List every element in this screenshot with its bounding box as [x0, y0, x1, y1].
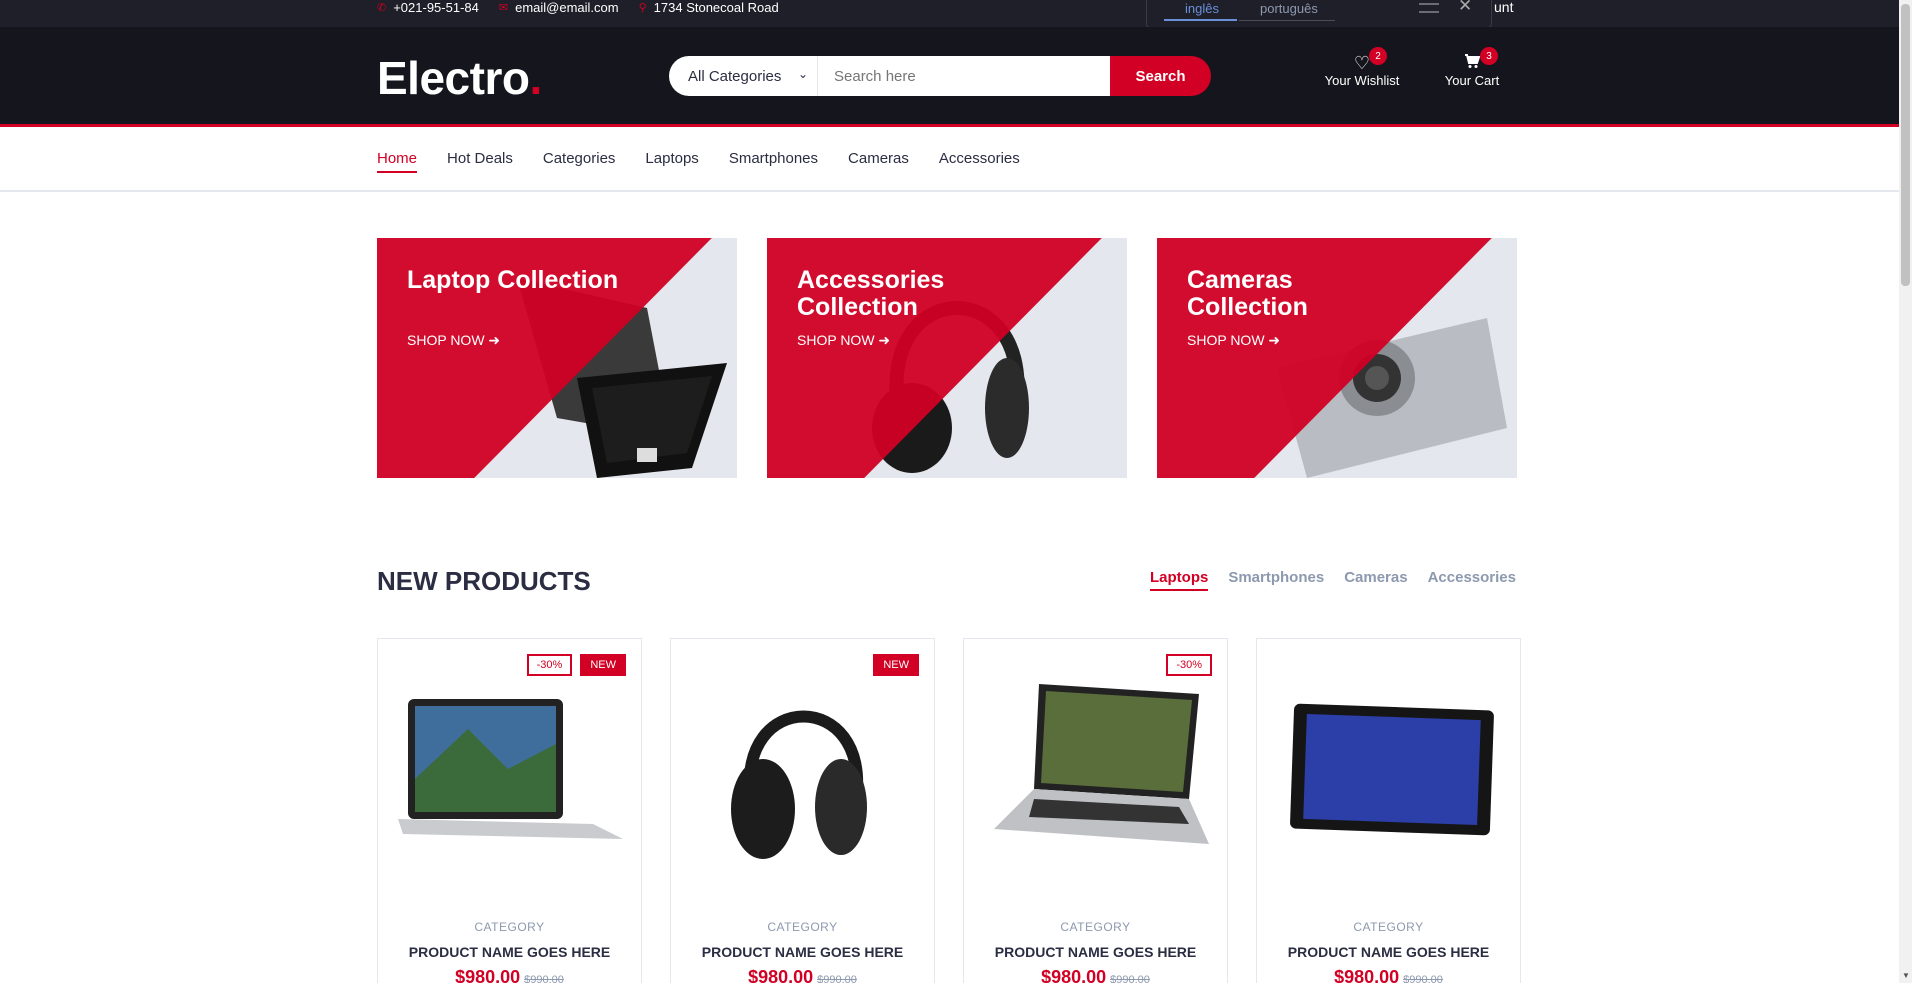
product-image: [1290, 703, 1494, 836]
scroll-down-arrow-icon[interactable]: ▼: [1902, 971, 1910, 980]
collection-title: Laptop Collection: [407, 266, 619, 294]
wishlist-button[interactable]: ♡ Your Wishlist 2: [1322, 47, 1402, 88]
logo-text: Electro: [377, 52, 530, 104]
product-image: [994, 684, 1209, 844]
product-name[interactable]: PRODUCT NAME GOES HERE: [671, 944, 934, 960]
shop-now-label: SHOP NOW: [407, 332, 485, 348]
collection-title: Accessories Collection: [797, 266, 945, 321]
envelope-icon: ✉: [498, 2, 509, 14]
address-link[interactable]: ⚲ 1734 Stonecoal Road: [639, 0, 779, 15]
address-text: 1734 Stonecoal Road: [653, 0, 779, 15]
product-image: [398, 699, 623, 839]
shop-now-link[interactable]: SHOP NOW ➜: [797, 332, 890, 349]
shop-now-label: SHOP NOW: [797, 332, 875, 348]
product-category: CATEGORY: [1353, 920, 1424, 934]
map-marker-icon: ⚲: [638, 2, 647, 14]
nav-item-accessories[interactable]: Accessories: [939, 150, 1020, 171]
top-header: ✆ +021-95-51-84 ✉ email@email.com ⚲ 1734 St…: [0, 0, 1899, 27]
product-price: $980.00 $990.00: [671, 967, 934, 983]
category-select[interactable]: All Categories ⌄: [669, 56, 818, 96]
cart-count-badge: 3: [1480, 47, 1498, 65]
tab-laptops[interactable]: Laptops: [1150, 569, 1209, 591]
collection-card-cameras[interactable]: Cameras Collection SHOP NOW ➜: [1157, 238, 1517, 478]
price-old: $990.00: [1403, 974, 1443, 983]
product-price: $980.00 $990.00: [378, 967, 641, 983]
scrollbar-thumb[interactable]: [1901, 4, 1910, 286]
tab-cameras[interactable]: Cameras: [1344, 569, 1407, 591]
contact-links: ✆ +021-95-51-84 ✉ email@email.com ⚲ 1734 St…: [377, 0, 779, 15]
shop-now-label: SHOP NOW: [1187, 332, 1265, 348]
product-card[interactable]: NEW CATEGORY PRODUCT NAME GOES HERE $980…: [670, 638, 935, 983]
hamburger-menu-icon[interactable]: [1419, 3, 1439, 13]
search-button[interactable]: Search: [1110, 56, 1211, 96]
wishlist-count-badge: 2: [1369, 47, 1387, 65]
product-card[interactable]: -30% NEW CATEGORY PRODUCT NAME GOES HERE…: [377, 638, 642, 983]
phone-icon: ✆: [377, 2, 387, 14]
product-category: CATEGORY: [767, 920, 838, 934]
shop-now-link[interactable]: SHOP NOW ➜: [1187, 332, 1280, 349]
nav-item-categories[interactable]: Categories: [543, 150, 616, 171]
cart-button[interactable]: Your Cart 3: [1442, 47, 1502, 88]
search-input[interactable]: [818, 56, 1110, 96]
price-current: $980.00: [748, 967, 814, 983]
product-card[interactable]: CATEGORY PRODUCT NAME GOES HERE $980.00 $…: [1256, 638, 1521, 983]
product-price: $980.00 $990.00: [964, 967, 1227, 983]
price-old: $990.00: [524, 974, 564, 983]
tab-divider: [1239, 20, 1335, 21]
price-current: $980.00: [1334, 967, 1400, 983]
product-name[interactable]: PRODUCT NAME GOES HERE: [964, 944, 1227, 960]
nav-item-home[interactable]: Home: [377, 150, 418, 173]
collection-card-laptop[interactable]: Laptop Collection SHOP NOW ➜: [377, 238, 737, 478]
arrow-circle-right-icon: ➜: [878, 332, 891, 348]
product-category: CATEGORY: [474, 920, 545, 934]
section-title: NEW PRODUCTS: [377, 566, 591, 596]
product-card[interactable]: -30% CATEGORY PRODUCT NAME GOES HERE $98…: [963, 638, 1228, 983]
tab-smartphones[interactable]: Smartphones: [1228, 569, 1324, 591]
price-old: $990.00: [817, 974, 857, 983]
translate-popup: inglês português ✕: [1146, 0, 1492, 28]
collection-card-accessories[interactable]: Accessories Collection SHOP NOW ➜: [767, 238, 1127, 478]
collection-title: Cameras Collection: [1187, 266, 1308, 321]
search-bar: All Categories ⌄ Search: [669, 56, 1211, 96]
nav-item-laptops[interactable]: Laptops: [645, 150, 698, 171]
price-current: $980.00: [1041, 967, 1107, 983]
product-category: CATEGORY: [1060, 920, 1131, 934]
product-category-tabs: Laptops Smartphones Cameras Accessories: [1150, 569, 1516, 591]
category-select-value: All Categories: [688, 67, 782, 85]
nav-item-cameras[interactable]: Cameras: [848, 150, 909, 171]
heart-icon: ♡: [1353, 53, 1371, 73]
phone-text: +021-95-51-84: [393, 0, 479, 15]
tab-accessories[interactable]: Accessories: [1428, 569, 1516, 591]
logo-dot: .: [529, 52, 542, 104]
nav-item-hot-deals[interactable]: Hot Deals: [447, 150, 513, 171]
arrow-circle-right-icon: ➜: [1268, 332, 1281, 348]
active-tab-indicator: [1164, 19, 1237, 21]
product-name[interactable]: PRODUCT NAME GOES HERE: [1257, 944, 1520, 960]
wishlist-label: Your Wishlist: [1324, 73, 1400, 88]
lang-tab-portuguese[interactable]: português: [1260, 1, 1318, 16]
arrow-circle-right-icon: ➜: [488, 332, 501, 348]
main-header: Electro. All Categories ⌄ Search ♡ Your …: [0, 27, 1899, 127]
my-account-link[interactable]: unt: [1494, 0, 1513, 15]
page-scrollbar[interactable]: ▼: [1899, 0, 1912, 983]
email-link[interactable]: ✉ email@email.com: [499, 0, 619, 15]
email-text: email@email.com: [515, 0, 619, 15]
product-name[interactable]: PRODUCT NAME GOES HERE: [378, 944, 641, 960]
lang-tab-english[interactable]: inglês: [1185, 1, 1219, 16]
price-current: $980.00: [455, 967, 521, 983]
cart-label: Your Cart: [1444, 73, 1500, 88]
chevron-down-icon: ⌄: [797, 67, 808, 81]
logo[interactable]: Electro.: [377, 51, 542, 105]
close-icon[interactable]: ✕: [1458, 0, 1472, 16]
main-navigation: Home Hot Deals Categories Laptops Smartp…: [0, 130, 1899, 192]
product-price: $980.00 $990.00: [1257, 967, 1520, 983]
product-image: [731, 710, 867, 859]
price-old: $990.00: [1110, 974, 1150, 983]
shop-now-link[interactable]: SHOP NOW ➜: [407, 332, 500, 349]
nav-item-smartphones[interactable]: Smartphones: [729, 150, 818, 171]
phone-link[interactable]: ✆ +021-95-51-84: [377, 0, 479, 15]
